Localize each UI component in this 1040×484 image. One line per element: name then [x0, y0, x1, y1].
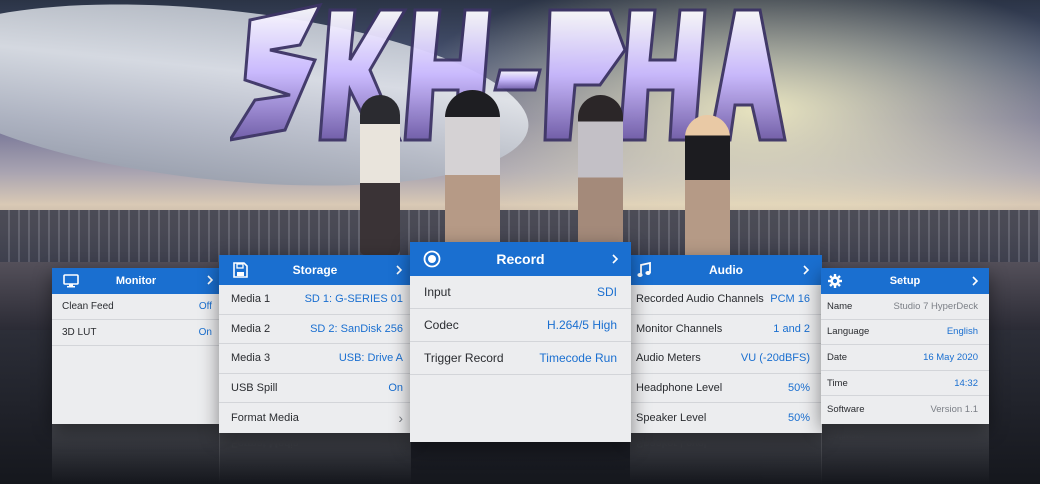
list-item[interactable]: Name Studio 7 HyperDeck	[821, 294, 989, 320]
row-value: 14:32	[954, 377, 978, 389]
row-value: VU (-20dBFS)	[740, 352, 810, 365]
panel-title: Audio	[709, 263, 743, 277]
list-item[interactable]: Trigger Record Timecode Run	[410, 342, 631, 375]
chevron-right-icon[interactable]	[206, 274, 214, 286]
reflection-text: Software	[827, 430, 865, 441]
panel-title: Storage	[292, 263, 338, 277]
row-value: 16 May 2020	[923, 351, 978, 363]
chevron-right-icon[interactable]	[611, 253, 619, 265]
row-label: Codec	[424, 318, 459, 332]
row-value: SD 1: G-SERIES 01	[304, 293, 403, 306]
row-label: Clean Feed	[62, 301, 114, 312]
record-panel-header[interactable]: Record	[410, 242, 631, 276]
row-label: 3D LUT	[62, 327, 97, 338]
row-label: Speaker Level	[636, 412, 707, 425]
row-label: Monitor Channels	[636, 322, 723, 335]
list-item[interactable]: Language English	[821, 320, 989, 346]
row-value: H.264/5 High	[546, 318, 617, 332]
list-item[interactable]: Time 14:32	[821, 371, 989, 397]
list-item[interactable]: Media 1 SD 1: G-SERIES 01	[219, 285, 411, 315]
list-item[interactable]: Date 16 May 2020	[821, 345, 989, 371]
row-value: 50%	[787, 382, 810, 395]
reflection-text: Speaker Level	[636, 437, 707, 449]
panel-reflection: Software	[821, 424, 989, 484]
list-item[interactable]: Clean Feed Off	[52, 294, 220, 320]
audio-panel: Audio Recorded Audio Channels PCM 16 Mon…	[630, 255, 822, 433]
row-label: Name	[827, 300, 853, 312]
reflection-text: Format Media	[231, 437, 299, 449]
dancer-figure	[685, 115, 730, 260]
row-label: Time	[827, 377, 848, 389]
row-label: USB Spill	[231, 382, 278, 395]
panel-reflection	[52, 424, 220, 484]
chevron-right-icon: ›	[398, 410, 403, 427]
list-item[interactable]: 3D LUT On	[52, 320, 220, 346]
list-item[interactable]: Media 2 SD 2: SanDisk 256	[219, 315, 411, 345]
row-value: English	[946, 326, 978, 338]
row-value: On	[388, 382, 403, 395]
row-label: Trigger Record	[424, 351, 504, 365]
monitor-panel-header[interactable]: Monitor	[52, 268, 220, 294]
list-item[interactable]: Media 3 USB: Drive A	[219, 344, 411, 374]
row-label: Format Media	[231, 412, 299, 425]
row-value: On	[198, 327, 212, 338]
audio-panel-header[interactable]: Audio	[630, 255, 822, 285]
list-item[interactable]: Codec H.264/5 High	[410, 309, 631, 342]
list-item[interactable]: Recorded Audio Channels PCM 16	[630, 285, 822, 315]
row-value: Version 1.1	[930, 403, 978, 415]
row-value: USB: Drive A	[338, 352, 403, 365]
list-item[interactable]: Input SDI	[410, 276, 631, 309]
list-item[interactable]: Software Version 1.1	[821, 396, 989, 422]
row-label: Language	[827, 326, 870, 338]
row-value: Studio 7 HyperDeck	[893, 300, 978, 312]
list-item[interactable]: Audio Meters VU (-20dBFS)	[630, 344, 822, 374]
panel-reflection: Format Media	[219, 433, 411, 484]
row-label: Media 1	[231, 293, 271, 306]
monitor-panel: Monitor Clean Feed Off 3D LUT On	[52, 268, 220, 424]
list-item[interactable]: Monitor Channels 1 and 2	[630, 315, 822, 345]
chevron-right-icon[interactable]	[802, 264, 810, 276]
setup-panel: Setup Name Studio 7 HyperDeck Language E…	[821, 268, 989, 424]
list-item[interactable]: Headphone Level 50%	[630, 374, 822, 404]
storage-panel: Storage Media 1 SD 1: G-SERIES 01 Media …	[219, 255, 411, 433]
row-label: Media 3	[231, 352, 271, 365]
row-value: Off	[198, 301, 212, 312]
row-label: Input	[424, 285, 451, 299]
format-media-item[interactable]: Format Media ›	[219, 403, 411, 433]
row-label: Audio Meters	[636, 352, 701, 365]
list-item[interactable]: Speaker Level 50%	[630, 403, 822, 433]
row-label: Headphone Level	[636, 382, 723, 395]
dancer-figure	[445, 90, 500, 260]
row-value: PCM 16	[770, 293, 810, 306]
storage-panel-header[interactable]: Storage	[219, 255, 411, 285]
panel-title: Setup	[889, 275, 921, 287]
panel-reflection: Speaker Level	[630, 433, 822, 484]
row-label: Software	[827, 403, 865, 415]
chevron-right-icon[interactable]	[971, 275, 979, 287]
row-value: Timecode Run	[539, 351, 617, 365]
row-value: 1 and 2	[773, 322, 810, 335]
row-value: SDI	[596, 285, 617, 299]
panel-title: Record	[496, 251, 545, 267]
dancer-figure	[578, 95, 623, 260]
record-panel: Record Input SDI Codec H.264/5 High Trig…	[410, 242, 631, 442]
row-label: Date	[827, 351, 848, 363]
list-item[interactable]: USB Spill On	[219, 374, 411, 404]
row-value: 50%	[787, 412, 810, 425]
setup-panel-header[interactable]: Setup	[821, 268, 989, 294]
panel-title: Monitor	[115, 275, 157, 287]
row-value: SD 2: SanDisk 256	[310, 322, 403, 335]
dancer-figure	[360, 95, 400, 255]
row-label: Recorded Audio Channels	[636, 293, 764, 306]
row-label: Media 2	[231, 322, 271, 335]
chevron-right-icon[interactable]	[395, 264, 403, 276]
